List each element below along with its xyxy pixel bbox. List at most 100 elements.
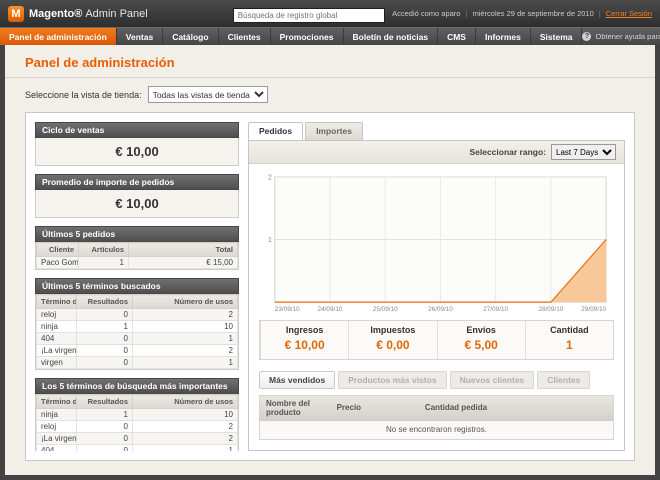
total-item: Cantidad 1 xyxy=(525,321,613,359)
grid-tab[interactable]: Más vendidos xyxy=(259,371,335,389)
nav-item[interactable]: CMS xyxy=(438,28,476,45)
cell-uses: 2 xyxy=(133,433,238,445)
help-icon: ? xyxy=(582,32,591,41)
nav-item[interactable]: Informes xyxy=(476,28,531,45)
nav-item[interactable]: Clientes xyxy=(219,28,271,45)
total-label: Impuestos xyxy=(349,325,436,335)
table-row: reloj02 xyxy=(37,421,238,433)
table-header-cell: Número de usos xyxy=(133,395,238,409)
grid-header-cell: Cantidad pedida xyxy=(419,396,613,421)
nav-item-label: Clientes xyxy=(228,32,261,42)
table-row: reloj02 xyxy=(37,309,238,321)
svg-text:1: 1 xyxy=(268,237,272,244)
cell-uses: 1 xyxy=(133,445,238,452)
cell-items: 1 xyxy=(79,257,129,269)
average-orders-box: Promedio de importe de pedidos € 10,00 xyxy=(35,174,239,218)
last-orders-box: Últimos 5 pedidos ClienteArtículosTotal … xyxy=(35,226,239,270)
cell-term: ¡La virgen que cuadro! xyxy=(37,433,77,445)
nav-item[interactable]: Ventas xyxy=(117,28,163,45)
svg-text:27/09/10: 27/09/10 xyxy=(483,306,508,313)
main-nav: Panel de administración Ventas Catálogo … xyxy=(0,27,660,45)
grid-tab[interactable]: Nuevos clientes xyxy=(450,371,535,389)
nav-item[interactable]: Boletín de noticias xyxy=(344,28,439,45)
cell-results: 1 xyxy=(77,409,133,421)
total-item: Envíos € 5,00 xyxy=(437,321,525,359)
table-row: ninja110 xyxy=(37,409,238,421)
svg-text:28/09/10: 28/09/10 xyxy=(538,306,563,313)
svg-text:29/09/10: 29/09/10 xyxy=(581,306,606,313)
top-search-terms-table: Término de búsquedaResultadosNúmero de u… xyxy=(36,394,238,451)
table-header-cell: Número de usos xyxy=(133,295,238,309)
grid-empty-message: No se encontraron registros. xyxy=(260,420,613,439)
range-select[interactable]: Last 7 Days xyxy=(551,144,616,160)
last-orders-table: ClienteArtículosTotal Paco Gomez1€ 15,00 xyxy=(36,242,238,269)
orders-chart: 1223/09/1024/09/1025/09/1026/09/1027/09/… xyxy=(249,164,624,315)
cell-uses: 1 xyxy=(133,333,238,345)
global-search-input[interactable] xyxy=(233,8,385,23)
last-orders-body: ClienteArtículosTotal Paco Gomez1€ 15,00 xyxy=(35,242,239,270)
dashboard-tab[interactable]: Pedidos xyxy=(248,122,303,140)
dashboard-panel: Ciclo de ventas € 10,00 Promedio de impo… xyxy=(25,112,635,461)
svg-text:25/09/10: 25/09/10 xyxy=(373,306,398,313)
total-value: 1 xyxy=(566,338,573,352)
dashboard-tab[interactable]: Importes xyxy=(305,122,363,140)
top-search-terms-body: Término de búsquedaResultadosNúmero de u… xyxy=(35,394,239,451)
cell-results: 0 xyxy=(77,333,133,345)
cell-uses: 10 xyxy=(133,409,238,421)
grid-tabs: Más vendidos Productos más vistos Nuevos… xyxy=(259,371,614,389)
products-grid: Nombre del productoPrecioCantidad pedida… xyxy=(259,395,614,440)
top-search-terms-box: Los 5 términos de búsqueda más important… xyxy=(35,378,239,451)
grid-tab-label: Clientes xyxy=(547,375,580,385)
help-link[interactable]: ?Obtener ayuda para esta página xyxy=(582,28,660,45)
table-row: ¡La virgen que cuadro!02 xyxy=(37,345,238,357)
store-view-select[interactable]: Todas las vistas de tienda xyxy=(148,86,268,103)
content-area: Panel de administración Seleccione la vi… xyxy=(5,45,655,475)
grid-tab[interactable]: Clientes xyxy=(537,371,590,389)
logout-link[interactable]: Cerrar Sesión xyxy=(606,9,652,18)
dashboard-left-column: Ciclo de ventas € 10,00 Promedio de impo… xyxy=(35,122,239,451)
page-title: Panel de administración xyxy=(5,45,655,77)
nav-item[interactable]: Promociones xyxy=(271,28,344,45)
cell-uses: 2 xyxy=(133,309,238,321)
table-header-cell: Resultados xyxy=(77,395,133,409)
table-header-cell: Artículos xyxy=(79,243,129,257)
cell-term: 404 xyxy=(37,333,77,345)
cell-total: € 15,00 xyxy=(129,257,238,269)
orders-chart-svg: 1223/09/1024/09/1025/09/1026/09/1027/09/… xyxy=(259,171,614,315)
table-row: 40401 xyxy=(37,333,238,345)
nav-item[interactable]: Catálogo xyxy=(163,28,218,45)
nav-item[interactable]: Panel de administración xyxy=(0,28,117,45)
cell-term: reloj xyxy=(37,309,77,321)
cell-uses: 2 xyxy=(133,421,238,433)
grid-tab-label: Nuevos clientes xyxy=(460,375,525,385)
grid-header-cell: Precio xyxy=(331,396,419,421)
total-item: Ingresos € 10,00 xyxy=(260,321,348,359)
grid-header-cell: Nombre del producto xyxy=(260,396,331,421)
store-view-row: Seleccione la vista de tienda: Todas las… xyxy=(5,78,655,112)
header-date: miércoles 29 de septiembre de 2010 xyxy=(472,9,593,18)
store-view-label: Seleccione la vista de tienda: xyxy=(25,90,142,100)
cell-results: 0 xyxy=(77,445,133,452)
total-label: Ingresos xyxy=(261,325,348,335)
cell-results: 1 xyxy=(77,321,133,333)
dashboard-tab-label: Importes xyxy=(316,126,352,136)
cell-uses: 2 xyxy=(133,345,238,357)
grid-empty-row: No se encontraron registros. xyxy=(260,420,613,439)
svg-text:23/09/10: 23/09/10 xyxy=(275,306,300,313)
range-bar: Seleccionar rango: Last 7 Days xyxy=(249,141,624,164)
brand-title: Magento®Admin Panel xyxy=(29,8,148,20)
cell-term: 404 xyxy=(37,445,77,452)
cell-customer: Paco Gomez xyxy=(37,257,79,269)
cell-uses: 1 xyxy=(133,357,238,369)
average-orders-value: € 10,00 xyxy=(35,190,239,218)
nav-item-label: Panel de administración xyxy=(9,32,107,42)
last-search-terms-box: Últimos 5 términos buscados Término de b… xyxy=(35,278,239,370)
grid-tab[interactable]: Productos más vistos xyxy=(338,371,446,389)
total-value: € 5,00 xyxy=(464,338,497,352)
total-value: € 10,00 xyxy=(285,338,325,352)
brand-name: Magento® xyxy=(29,8,82,20)
orders-tab-content: Seleccionar rango: Last 7 Days 1223/09/1… xyxy=(248,140,625,451)
lifetime-sales-title: Ciclo de ventas xyxy=(35,122,239,138)
total-label: Envíos xyxy=(438,325,525,335)
nav-item[interactable]: Sistema xyxy=(531,28,583,45)
